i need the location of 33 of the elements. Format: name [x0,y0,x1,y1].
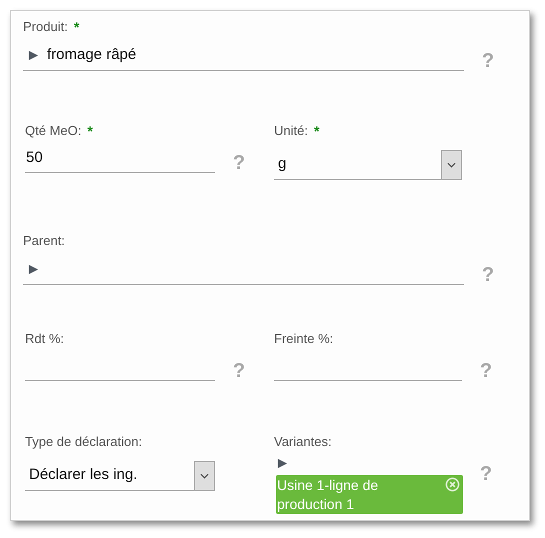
field-label: Rdt %: [25,330,64,348]
select-field[interactable]: g [274,150,462,180]
help-icon[interactable]: ? [229,153,249,173]
text-field[interactable]: 50 [25,145,215,173]
field-value: Déclarer les ing. [29,465,138,486]
tag-label: Usine 1-ligne de production 1 [277,477,378,512]
field-label: Freinte %: [274,330,334,348]
required-mark: * [74,18,80,36]
triangle-icon[interactable] [277,458,288,469]
help-icon[interactable]: ? [229,361,249,381]
field-label: Produit: [23,18,68,36]
field-value: g [278,154,286,174]
help-icon[interactable]: ? [478,265,498,285]
field-label: Qté MeO: [25,122,82,140]
dropdown-button[interactable] [194,460,215,490]
field-value: fromage râpé [47,45,136,66]
field-label: Unité: [274,122,308,140]
chevron-down-icon [200,472,209,478]
select-field[interactable]: Déclarer les ing. [25,461,215,491]
help-icon[interactable]: ? [478,51,498,71]
remove-icon[interactable] [445,477,460,492]
help-icon[interactable]: ? [476,464,496,484]
triangle-icon[interactable] [28,50,39,61]
required-mark: * [87,122,93,140]
triangle-icon[interactable] [28,264,39,275]
dropdown-button[interactable] [441,150,462,180]
field-label: Type de déclaration: [25,433,142,452]
chevron-down-icon [447,162,456,168]
field-label: Variantes: [274,433,332,452]
help-icon[interactable]: ? [476,361,496,381]
field-label: Parent: [23,232,65,250]
required-mark: * [314,122,320,140]
lookup-field[interactable]: fromage râpé [23,41,464,71]
